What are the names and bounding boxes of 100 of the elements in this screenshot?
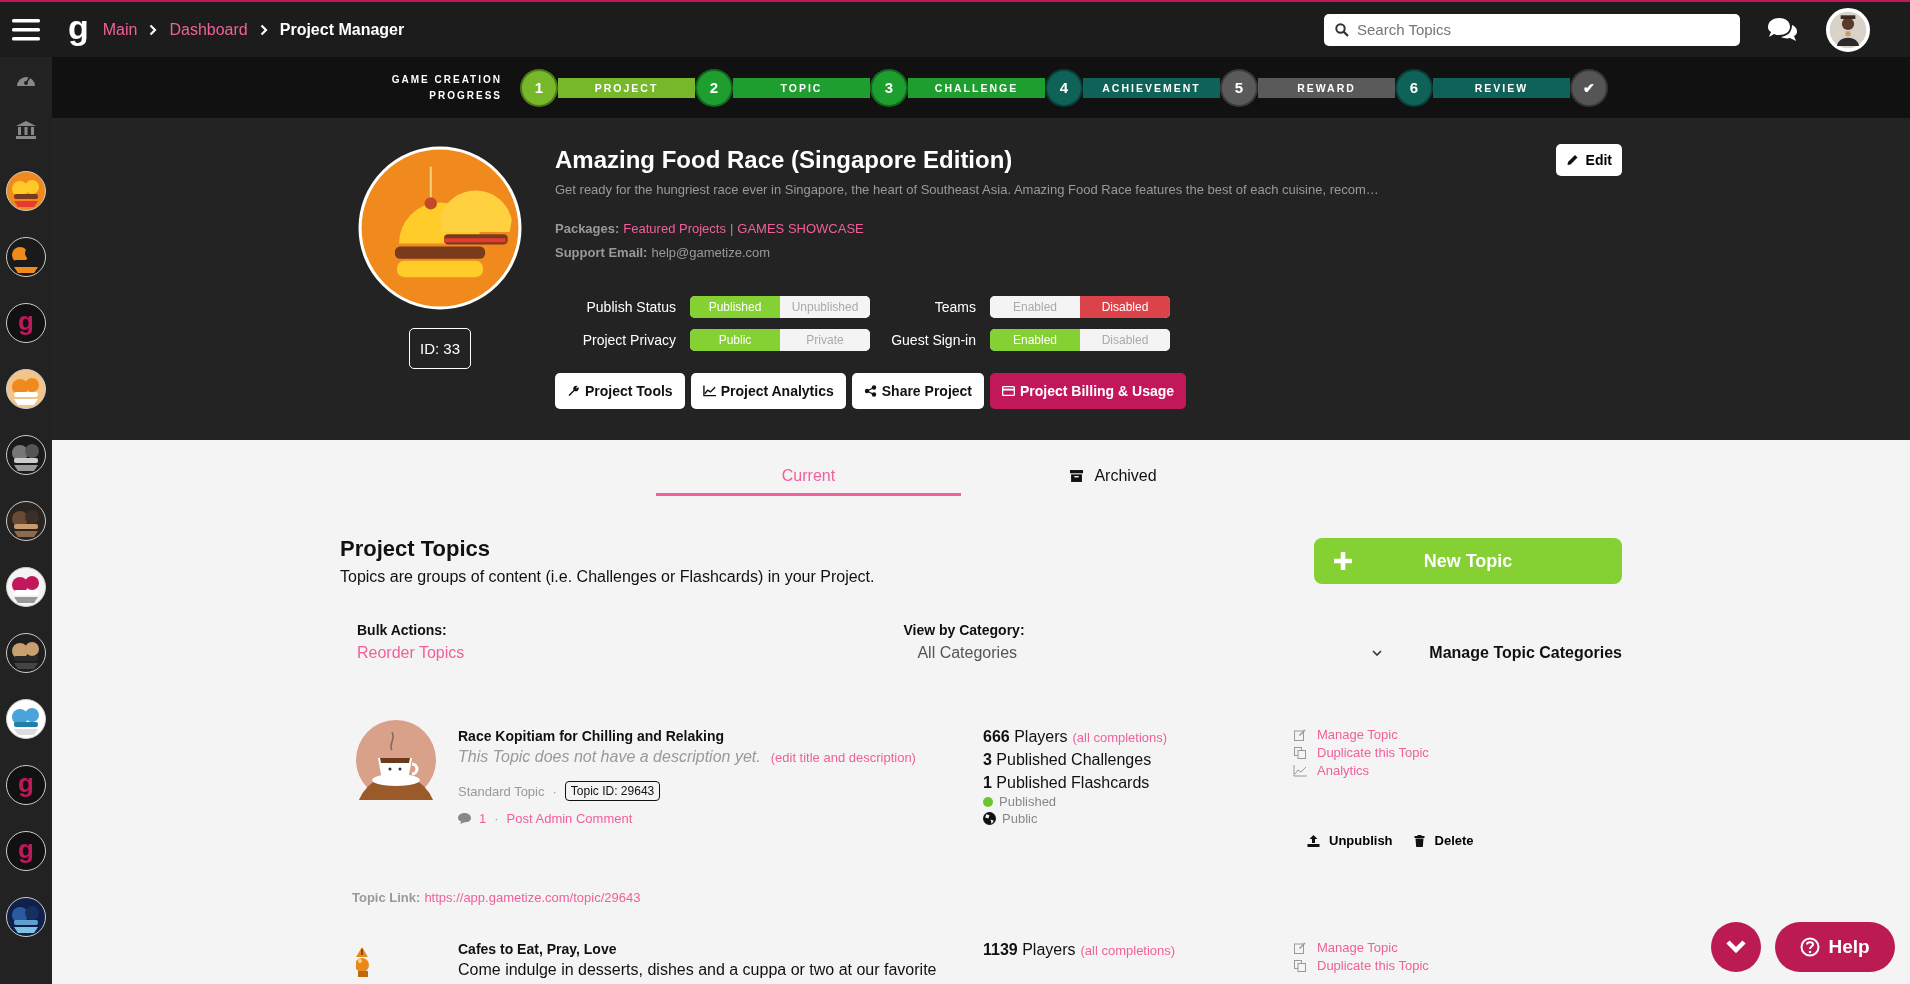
step-bar[interactable]: REWARD xyxy=(1258,77,1395,98)
unpublish-button[interactable]: Unpublish xyxy=(1307,833,1393,848)
chat-icon[interactable] xyxy=(1766,16,1798,43)
tools-button[interactable]: Project Tools xyxy=(555,373,685,409)
archive-icon xyxy=(1070,469,1084,482)
trash-icon xyxy=(1412,834,1426,847)
topic-link[interactable]: https://app.gametize.com/topic/29643 xyxy=(424,890,641,905)
stat-text: 1 Published Flashcards xyxy=(983,774,1150,792)
topic-action-link[interactable]: Manage Topic xyxy=(1293,727,1474,742)
breadcrumb-link[interactable]: Main xyxy=(102,20,138,39)
topic-title: Race Kopitiam for Chilling and Relaking xyxy=(458,728,726,744)
stat-text: 3 Published Challenges xyxy=(983,751,1152,769)
comment-count[interactable]: 1 xyxy=(479,811,487,826)
category-label: View by Category: xyxy=(903,622,1026,638)
toggle-option[interactable]: Disabled xyxy=(1080,296,1170,318)
edit-link[interactable]: (edit title and description) xyxy=(770,749,916,767)
chevron-down-icon xyxy=(1726,940,1746,954)
delete-button[interactable]: Delete xyxy=(1412,833,1474,848)
topic-description: This Topic does not have a description yet. xyxy=(458,748,761,766)
step-number[interactable]: 2 xyxy=(695,68,733,107)
topic-title: Cafes to Eat, Pray, Love xyxy=(458,941,618,957)
project-avatar[interactable]: g xyxy=(6,831,46,871)
packages-label: Packages: xyxy=(555,221,620,236)
topic-action-link[interactable]: Duplicate this Topic xyxy=(1293,958,1429,973)
tab[interactable]: Archived xyxy=(961,458,1266,496)
step-number[interactable]: 4 xyxy=(1045,68,1083,107)
topic-link-label: Topic Link: xyxy=(352,890,421,905)
toggle-label: Guest Sign-in xyxy=(891,332,976,348)
package-link[interactable]: GAMES SHOWCASE xyxy=(737,221,864,236)
toggle-option[interactable]: Enabled xyxy=(990,329,1080,351)
package-link[interactable]: Featured Projects xyxy=(623,221,726,236)
globe-icon xyxy=(983,812,996,825)
stat-text: 1139 Players xyxy=(983,941,1076,959)
step-bar[interactable]: PROJECT xyxy=(558,77,695,98)
tab[interactable]: Current xyxy=(656,458,961,496)
menu-icon[interactable] xyxy=(12,17,40,42)
search-field[interactable]: Search Topics xyxy=(1324,13,1740,46)
question-icon xyxy=(1800,937,1821,957)
bank-icon[interactable] xyxy=(16,121,36,139)
line-chart-icon xyxy=(702,385,716,397)
step-bar[interactable]: REVIEW xyxy=(1433,77,1570,98)
topic-action-link[interactable]: Manage Topic xyxy=(1293,940,1429,955)
breadcrumb-link[interactable]: Dashboard xyxy=(169,20,248,39)
toggle-option[interactable]: Published xyxy=(690,296,780,318)
step-bar[interactable]: TOPIC xyxy=(733,77,870,98)
step-number[interactable]: 1 xyxy=(520,68,558,107)
scroll-down-button[interactable] xyxy=(1711,922,1761,972)
new-topic-button[interactable]: New Topic xyxy=(1314,538,1622,584)
completions-link[interactable]: (all completions) xyxy=(1072,730,1168,745)
chevron-right-icon xyxy=(149,23,158,36)
step-number[interactable]: 3 xyxy=(870,68,908,107)
step-number[interactable]: 6 xyxy=(1395,68,1433,107)
separator: · xyxy=(494,811,499,826)
project-avatar[interactable]: g xyxy=(6,303,46,343)
topic-description: Come indulge in desserts, dishes and a cuppa or two at our favorite xyxy=(458,961,937,979)
step-number[interactable]: 5 xyxy=(1220,68,1258,107)
progress-title: GAME CREATION PROGRESS xyxy=(390,72,502,103)
toggle-option[interactable]: Public xyxy=(690,329,780,351)
category-dropdown[interactable]: All Categories xyxy=(903,644,1389,662)
project-avatar[interactable]: g xyxy=(6,765,46,805)
analytics-button[interactable]: Project Analytics xyxy=(690,373,846,409)
upload-icon xyxy=(1307,834,1320,847)
edit-icon xyxy=(1293,728,1307,741)
pencil-icon xyxy=(1565,154,1579,166)
logo[interactable]: g xyxy=(68,9,89,44)
line-chart-icon xyxy=(1293,764,1307,777)
privacy-text: Public xyxy=(1002,811,1038,826)
step-bar[interactable]: ACHIEVEMENT xyxy=(1083,77,1220,98)
toggle-label: Publish Status xyxy=(586,299,676,315)
share-icon xyxy=(863,385,877,397)
manage-categories-link[interactable]: Manage Topic Categories xyxy=(1393,644,1622,662)
search-icon xyxy=(1335,22,1349,37)
completions-link[interactable]: (all completions) xyxy=(1080,943,1176,958)
copy-icon xyxy=(1293,746,1307,759)
separator: | xyxy=(729,221,734,236)
help-button[interactable]: Help xyxy=(1775,922,1895,972)
support-email-label: Support Email: xyxy=(555,245,648,260)
chevron-right-icon xyxy=(259,23,268,36)
step-bar[interactable]: CHALLENGE xyxy=(908,77,1045,98)
section-title: Project Topics xyxy=(340,536,491,562)
share-button[interactable]: Share Project xyxy=(851,373,984,409)
plus-icon xyxy=(1334,552,1352,570)
edit-icon xyxy=(1293,941,1307,954)
separator: · xyxy=(552,783,557,799)
project-description: Get ready for the hungriest race ever in Singapore, the heart of Southeast Asia. Amazing Food Race features the best of each cuisine, recom… xyxy=(555,182,1380,197)
toggle-label: Project Privacy xyxy=(582,332,676,348)
project-title: Amazing Food Race (Singapore Edition) xyxy=(555,146,1013,174)
section-subtitle: Topics are groups of content (i.e. Challenges or Flashcards) in your Project. xyxy=(340,568,875,586)
copy-icon xyxy=(1293,959,1307,972)
topic-type: Standard Topic xyxy=(458,783,545,799)
project-id: ID: 33 xyxy=(409,328,471,369)
reorder-topics-link[interactable]: Reorder Topics xyxy=(357,644,904,662)
post-comment-link[interactable]: Post Admin Comment xyxy=(506,811,633,826)
comment-icon xyxy=(458,813,471,824)
edit-button[interactable]: Edit xyxy=(1555,144,1622,176)
step-final[interactable]: ✔ xyxy=(1570,68,1608,107)
topic-action-link[interactable]: Duplicate this Topic xyxy=(1293,745,1474,760)
billing-button[interactable]: Project Billing & Usage xyxy=(990,373,1187,409)
topic-action-link[interactable]: Analytics xyxy=(1293,763,1474,778)
support-email: help@gametize.com xyxy=(651,245,771,260)
